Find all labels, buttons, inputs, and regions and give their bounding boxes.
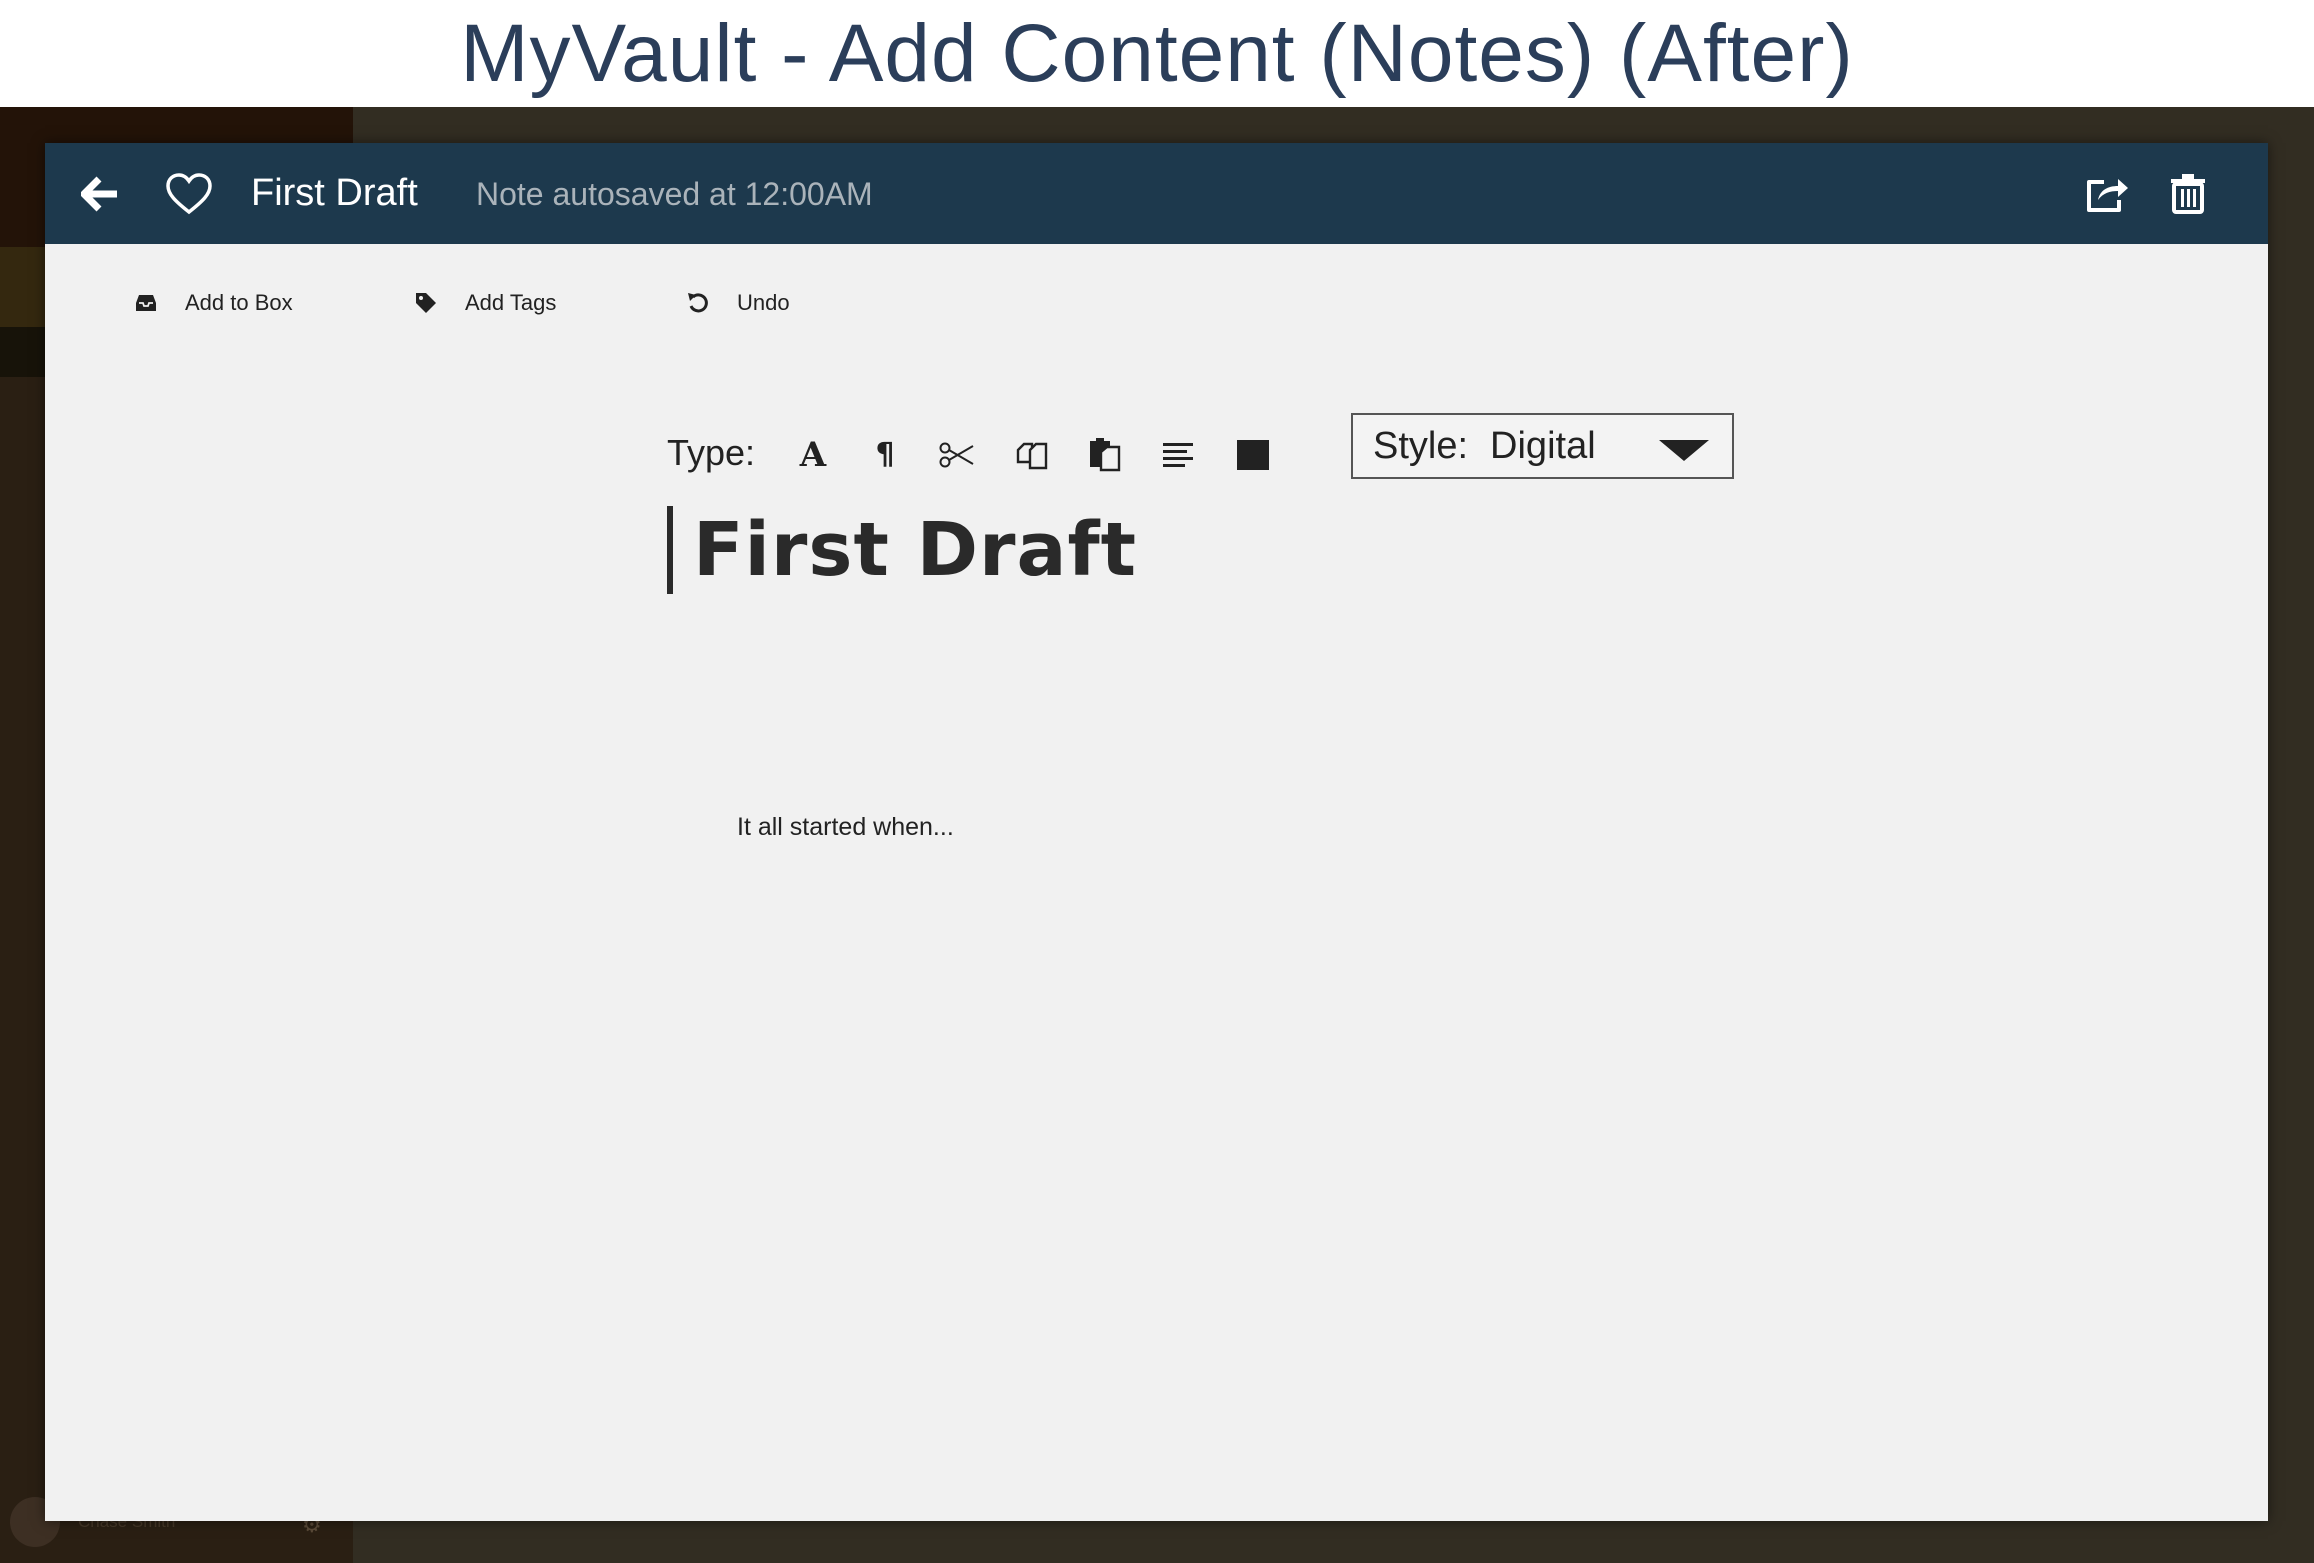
paragraph-button[interactable]: ¶ (865, 435, 905, 475)
heart-icon (166, 173, 212, 215)
undo-icon (688, 293, 708, 313)
align-left-icon (1163, 443, 1193, 467)
style-value: Digital (1490, 424, 1596, 467)
autosave-status: Note autosaved at 12:00AM (476, 176, 873, 212)
copy-button[interactable] (1012, 435, 1052, 475)
action-label: Add Tags (465, 290, 557, 315)
slide-title: MyVault - Add Content (Notes) (After) (460, 7, 1854, 99)
favorite-button[interactable] (163, 168, 215, 220)
share-button[interactable] (2081, 168, 2133, 220)
style-dropdown[interactable]: Style: Digital (1351, 413, 1734, 479)
trash-icon (2171, 174, 2205, 214)
cut-icon (939, 442, 974, 468)
document-title: First Draft (693, 507, 1138, 593)
note-editor-modal: First Draft Note autosaved at 12:00AM Ad… (45, 143, 2268, 1521)
paste-icon (1090, 438, 1121, 472)
copy-icon (1016, 442, 1048, 470)
back-button[interactable] (75, 168, 127, 220)
document-body[interactable]: It all started when... (737, 813, 954, 842)
tag-icon (416, 293, 436, 313)
editor-topbar: First Draft Note autosaved at 12:00AM (45, 143, 2268, 244)
font-icon: A (799, 435, 827, 475)
color-swatch-icon (1237, 440, 1269, 470)
font-button[interactable]: A (793, 435, 833, 475)
add-tags-button[interactable]: Add Tags (415, 273, 556, 333)
add-to-box-button[interactable]: Add to Box (135, 273, 293, 333)
text-cursor (667, 506, 673, 594)
inbox-icon (136, 295, 156, 311)
formatting-toolbar: Type: A ¶ Style: Digital (667, 413, 1802, 493)
share-icon (2087, 179, 2128, 212)
cut-button[interactable] (937, 435, 977, 475)
undo-button[interactable]: Undo (687, 273, 790, 333)
paste-button[interactable] (1085, 435, 1125, 475)
delete-button[interactable] (2162, 168, 2214, 220)
action-label: Add to Box (185, 290, 293, 315)
style-label: Style: (1373, 424, 1469, 467)
note-title: First Draft (251, 172, 418, 214)
document-title-field[interactable]: First Draft (667, 505, 1137, 595)
chevron-down-icon (1659, 440, 1709, 461)
type-label: Type: (667, 432, 756, 473)
align-left-button[interactable] (1158, 435, 1198, 475)
back-arrow-icon (81, 176, 117, 212)
action-label: Undo (737, 290, 790, 315)
color-button[interactable] (1233, 435, 1273, 475)
paragraph-icon: ¶ (875, 437, 895, 472)
